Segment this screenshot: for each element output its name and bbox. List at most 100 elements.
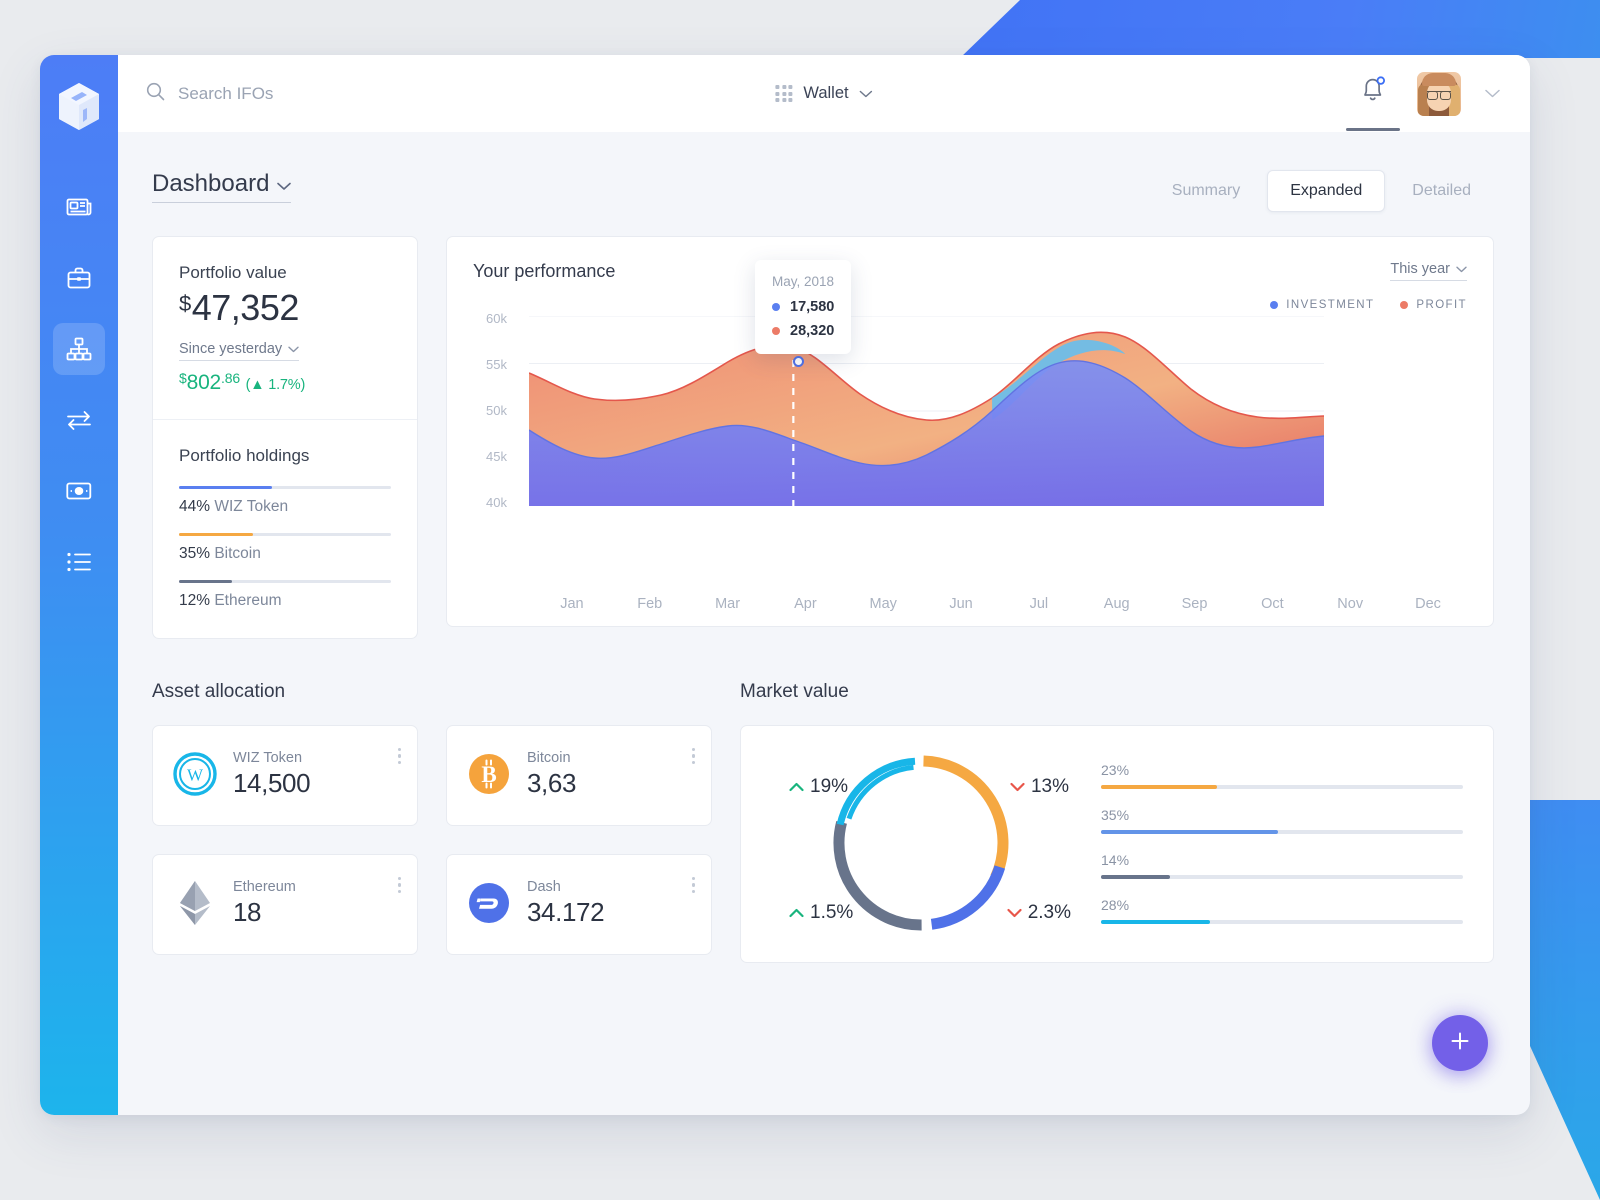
- holding-percent: 35%: [179, 544, 211, 562]
- holding-bar-track: [179, 485, 391, 489]
- since-label: Since yesterday: [179, 340, 283, 357]
- performance-chart[interactable]: 60k 55k 50k 45k 40k May, 2018 17,580 28,…: [473, 260, 1467, 612]
- avatar[interactable]: [1417, 71, 1461, 116]
- notifications-active-indicator: [1346, 128, 1400, 131]
- asset-name: Ethereum: [233, 878, 296, 895]
- view-tabs: Summary Expanded Detailed: [1149, 170, 1494, 212]
- y-tick-55k: 55k: [486, 357, 507, 372]
- holding-bar-fill: [179, 485, 273, 489]
- performance-card: Your performance This year INVESTMENT PR…: [446, 236, 1494, 627]
- ethereum-icon: [173, 881, 217, 926]
- lower-row: Asset allocation W WIZ Token 14,500 B Bi…: [152, 681, 1494, 963]
- tooltip-value-profit: 28,320: [790, 323, 835, 339]
- market-donut-chart[interactable]: 19% 13% 1.5% 2.3%: [771, 748, 1071, 938]
- legend-item-investment: INVESTMENT: [1270, 299, 1374, 311]
- sidebar-item-hierarchy[interactable]: [53, 323, 105, 375]
- legend-item-profit: PROFIT: [1400, 299, 1467, 311]
- market-bar-track: [1101, 874, 1463, 879]
- add-button[interactable]: [1432, 1015, 1488, 1071]
- wallet-selector[interactable]: Wallet: [775, 84, 873, 103]
- holding-bar-track: [179, 579, 391, 583]
- topbar-right: [1346, 56, 1500, 131]
- page-title-dropdown[interactable]: Dashboard: [152, 170, 292, 203]
- notifications-button[interactable]: [1346, 56, 1400, 131]
- market-value-section: Market value 19% 13% 1.5% 2.3% 23% 35% 1…: [740, 681, 1494, 963]
- sidebar-item-payments[interactable]: [53, 465, 105, 517]
- market-bar-track: [1101, 919, 1463, 924]
- performance-header: Your performance This year: [473, 261, 1467, 282]
- x-label-jun: Jun: [949, 596, 973, 612]
- donut-label-text: 19%: [810, 775, 849, 797]
- trend-up-icon: [789, 776, 804, 798]
- holding-bar-fill: [179, 532, 254, 536]
- change-value: 802: [186, 370, 222, 394]
- legend-dot-profit: [1400, 301, 1409, 309]
- sidebar-item-portfolio[interactable]: [53, 252, 105, 304]
- asset-amount: 18: [233, 896, 262, 927]
- x-label-sep: Sep: [1181, 596, 1208, 612]
- donut-label-text: 13%: [1030, 775, 1069, 797]
- donut-label-top-left: 19%: [789, 776, 848, 798]
- search-box[interactable]: [146, 82, 566, 106]
- x-label-oct: Oct: [1261, 596, 1284, 612]
- asset-card-wiz-token[interactable]: W WIZ Token 14,500: [152, 724, 418, 826]
- svg-text:W: W: [187, 766, 204, 785]
- briefcase-icon: [67, 267, 91, 290]
- app-window: Wallet: [40, 55, 1530, 1115]
- cube-logo-icon[interactable]: [53, 77, 105, 137]
- tooltip-row-profit: 28,320: [772, 323, 834, 339]
- holding-text: 44% WIZ Token: [179, 498, 391, 516]
- performance-title: Your performance: [473, 261, 616, 281]
- tooltip-value-investment: 17,580: [790, 299, 835, 315]
- holdings-title: Portfolio holdings: [179, 445, 310, 465]
- market-bar-fill: [1101, 919, 1210, 924]
- tab-expanded[interactable]: Expanded: [1267, 170, 1386, 212]
- kebab-menu-icon[interactable]: [397, 876, 401, 894]
- profile-chevron-down-icon[interactable]: [1485, 85, 1500, 103]
- market-bar-label: 14%: [1101, 851, 1130, 868]
- market-bars: 23% 35% 14% 28%: [1097, 762, 1463, 924]
- legend-dot-investment: [1270, 301, 1279, 309]
- sidebar-item-exchange[interactable]: [53, 394, 105, 446]
- kebab-menu-icon[interactable]: [397, 747, 401, 765]
- chart-highlight-point[interactable]: [793, 356, 804, 367]
- page-header: Dashboard Summary Expanded Detailed: [152, 170, 1494, 212]
- market-value-title: Market value: [740, 680, 849, 702]
- asset-card-ethereum[interactable]: Ethereum 18: [152, 853, 418, 955]
- kebab-menu-icon[interactable]: [691, 876, 695, 894]
- holding-row: 12% Ethereum: [179, 579, 391, 610]
- chevron-down-icon: [288, 341, 299, 357]
- y-tick-40k: 40k: [486, 495, 507, 510]
- sidebar-item-news[interactable]: [53, 181, 105, 233]
- x-label-aug: Aug: [1103, 596, 1130, 612]
- sidebar-item-transactions[interactable]: [53, 536, 105, 588]
- asset-allocation-section: Asset allocation W WIZ Token 14,500 B Bi…: [152, 681, 712, 963]
- search-icon: [146, 82, 165, 106]
- asset-info: Dash 34.172: [527, 879, 605, 928]
- wiz-token-icon: W: [173, 752, 217, 796]
- market-bar-row: 14%: [1101, 852, 1463, 879]
- since-period-dropdown[interactable]: Since yesterday: [179, 340, 300, 361]
- tab-detailed[interactable]: Detailed: [1389, 170, 1494, 212]
- x-label-dec: Dec: [1415, 596, 1441, 612]
- asset-card-bitcoin[interactable]: B Bitcoin 3,63: [446, 724, 712, 826]
- portfolio-holdings-section: Portfolio holdings 44% WIZ Token 35% Bit…: [153, 420, 417, 638]
- asset-card-dash[interactable]: Dash 34.172: [446, 853, 712, 955]
- banknote-icon: [66, 482, 92, 500]
- market-bar-row: 23%: [1101, 762, 1463, 789]
- tab-summary[interactable]: Summary: [1149, 170, 1263, 212]
- newspaper-icon: [66, 196, 92, 218]
- time-range-dropdown[interactable]: This year: [1390, 261, 1467, 281]
- currency-symbol: $: [179, 291, 191, 316]
- chevron-down-icon: [277, 170, 292, 198]
- time-range-label: This year: [1390, 261, 1450, 277]
- sidebar: [40, 55, 118, 1115]
- asset-info: WIZ Token 14,500: [233, 750, 311, 799]
- holding-name: Bitcoin: [214, 544, 261, 562]
- change-currency: $: [179, 369, 187, 386]
- grid-apps-icon: [775, 85, 793, 102]
- asset-amount: 14,500: [233, 767, 311, 798]
- search-input[interactable]: [178, 83, 566, 104]
- kebab-menu-icon[interactable]: [691, 747, 695, 765]
- exchange-arrows-icon: [66, 410, 92, 430]
